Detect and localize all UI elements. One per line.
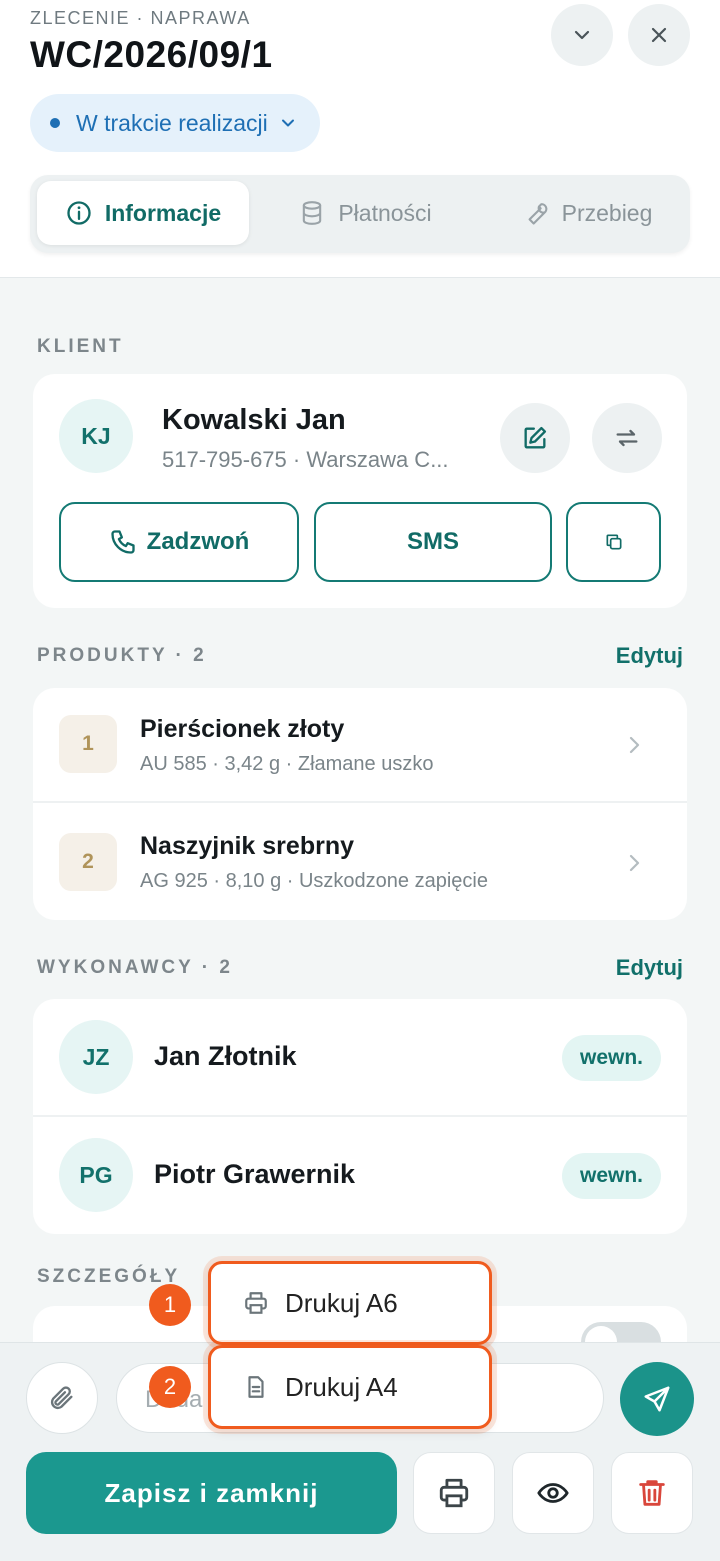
tab-informacje[interactable]: Informacje <box>37 181 249 245</box>
copy-icon <box>606 534 621 550</box>
print-button[interactable] <box>413 1452 495 1534</box>
chevron-down-icon <box>574 30 590 40</box>
worker-row[interactable]: PG Piotr Grawernik wewn. <box>33 1117 687 1234</box>
trash-icon <box>639 1480 665 1506</box>
details-section-label: SZCZEGÓŁY <box>37 1266 181 1287</box>
worker-row[interactable]: JZ Jan Złotnik wewn. <box>33 999 687 1115</box>
call-label: Zadzwoń <box>146 528 250 555</box>
client-subtitle: 517-795-675 · Warszawa C... <box>162 447 449 472</box>
product-row[interactable]: 1 Pierścionek złoty AU 585 · 3,42 g · Zł… <box>33 688 687 801</box>
attach-button[interactable] <box>26 1362 98 1434</box>
send-button[interactable] <box>620 1362 694 1436</box>
worker-name: Piotr Grawernik <box>154 1159 356 1189</box>
close-icon <box>651 27 667 43</box>
client-avatar: KJ <box>59 399 133 473</box>
close-button[interactable] <box>628 4 690 66</box>
print-a6-option[interactable]: Drukuj A6 <box>208 1261 492 1345</box>
client-section-label: KLIENT <box>37 336 124 357</box>
chevron-right-icon <box>629 736 640 754</box>
workers-card: JZ Jan Złotnik wewn. PG Piotr Grawernik … <box>33 999 687 1234</box>
tab-przebieg[interactable]: Przebieg <box>492 181 682 245</box>
tab-label: Płatności <box>338 199 432 226</box>
step-marker-2: 2 <box>149 1366 191 1408</box>
edit-products-link[interactable]: Edytuj <box>616 643 683 669</box>
status-label: W trakcie realizacji <box>76 109 268 136</box>
order-screen: ZLECENIE · NAPRAWA WC/2026/09/1 W trakci… <box>0 0 720 1561</box>
wrench-icon <box>528 203 547 225</box>
step-marker-1: 1 <box>149 1284 191 1326</box>
send-icon <box>644 1386 670 1412</box>
phone-icon <box>111 530 135 554</box>
product-row[interactable]: 2 Naszyjnik srebrny AG 925 · 8,10 g · Us… <box>33 804 687 920</box>
preview-button[interactable] <box>512 1452 594 1534</box>
paperclip-icon <box>50 1386 73 1410</box>
print-a6-label: Drukuj A6 <box>285 1287 398 1318</box>
tab-label: Przebieg <box>561 199 653 226</box>
print-a4-option[interactable]: Drukuj A4 <box>208 1345 492 1429</box>
product-number-badge: 1 <box>59 715 117 773</box>
product-detail: AU 585 · 3,42 g · Złamane uszko <box>140 753 434 775</box>
tab-bar: Informacje Płatności Przebieg <box>30 175 690 253</box>
status-dot <box>50 118 60 128</box>
edit-workers-link[interactable]: Edytuj <box>616 955 683 981</box>
info-icon <box>67 201 91 225</box>
sms-label: SMS <box>406 528 459 555</box>
worker-avatar: JZ <box>59 1020 133 1094</box>
chevron-right-icon <box>629 854 640 872</box>
save-and-close-button[interactable]: Zapisz i zamknij <box>26 1452 397 1534</box>
copy-button[interactable] <box>566 502 661 582</box>
worker-name: Jan Złotnik <box>154 1041 297 1071</box>
client-card: KJ Kowalski Jan 517-795-675 · Warszawa C… <box>33 374 687 608</box>
edit-client-button[interactable] <box>500 403 570 473</box>
edit-icon <box>524 426 547 449</box>
status-dropdown[interactable]: W trakcie realizacji <box>30 94 320 152</box>
worker-type-badge: wewn. <box>561 1153 661 1199</box>
swap-icon <box>616 429 638 447</box>
sms-button[interactable]: SMS <box>314 502 552 582</box>
tab-platnosci[interactable]: Płatności <box>265 181 465 245</box>
worker-type-badge: wewn. <box>561 1035 661 1081</box>
client-name: Kowalski Jan <box>162 404 346 436</box>
database-icon <box>303 201 322 225</box>
workers-section-label: WYKONAWCY · 2 <box>37 957 233 978</box>
worker-avatar: PG <box>59 1138 133 1212</box>
order-type-label: ZLECENIE · NAPRAWA <box>30 8 251 28</box>
collapse-button[interactable] <box>551 4 613 66</box>
call-button[interactable]: Zadzwoń <box>59 502 299 582</box>
product-number-badge: 2 <box>59 833 117 891</box>
tab-label: Informacje <box>104 199 222 226</box>
product-detail: AG 925 · 8,10 g · Uszkodzone zapięcie <box>140 870 488 892</box>
eye-icon <box>537 1483 569 1503</box>
products-section-label: PRODUKTY · 2 <box>37 645 207 666</box>
printer-icon <box>245 1292 267 1314</box>
document-icon <box>248 1376 264 1398</box>
divider <box>33 801 687 803</box>
print-a4-label: Drukuj A4 <box>285 1371 398 1402</box>
product-name: Naszyjnik srebrny <box>140 832 354 860</box>
order-header: ZLECENIE · NAPRAWA WC/2026/09/1 W trakci… <box>0 0 720 278</box>
product-name: Pierścionek złoty <box>140 715 345 743</box>
printer-icon <box>439 1478 469 1508</box>
order-number: WC/2026/09/1 <box>30 34 273 75</box>
delete-button[interactable] <box>611 1452 693 1534</box>
chevron-down-icon <box>281 119 294 127</box>
swap-client-button[interactable] <box>592 403 662 473</box>
products-card: 1 Pierścionek złoty AU 585 · 3,42 g · Zł… <box>33 688 687 920</box>
